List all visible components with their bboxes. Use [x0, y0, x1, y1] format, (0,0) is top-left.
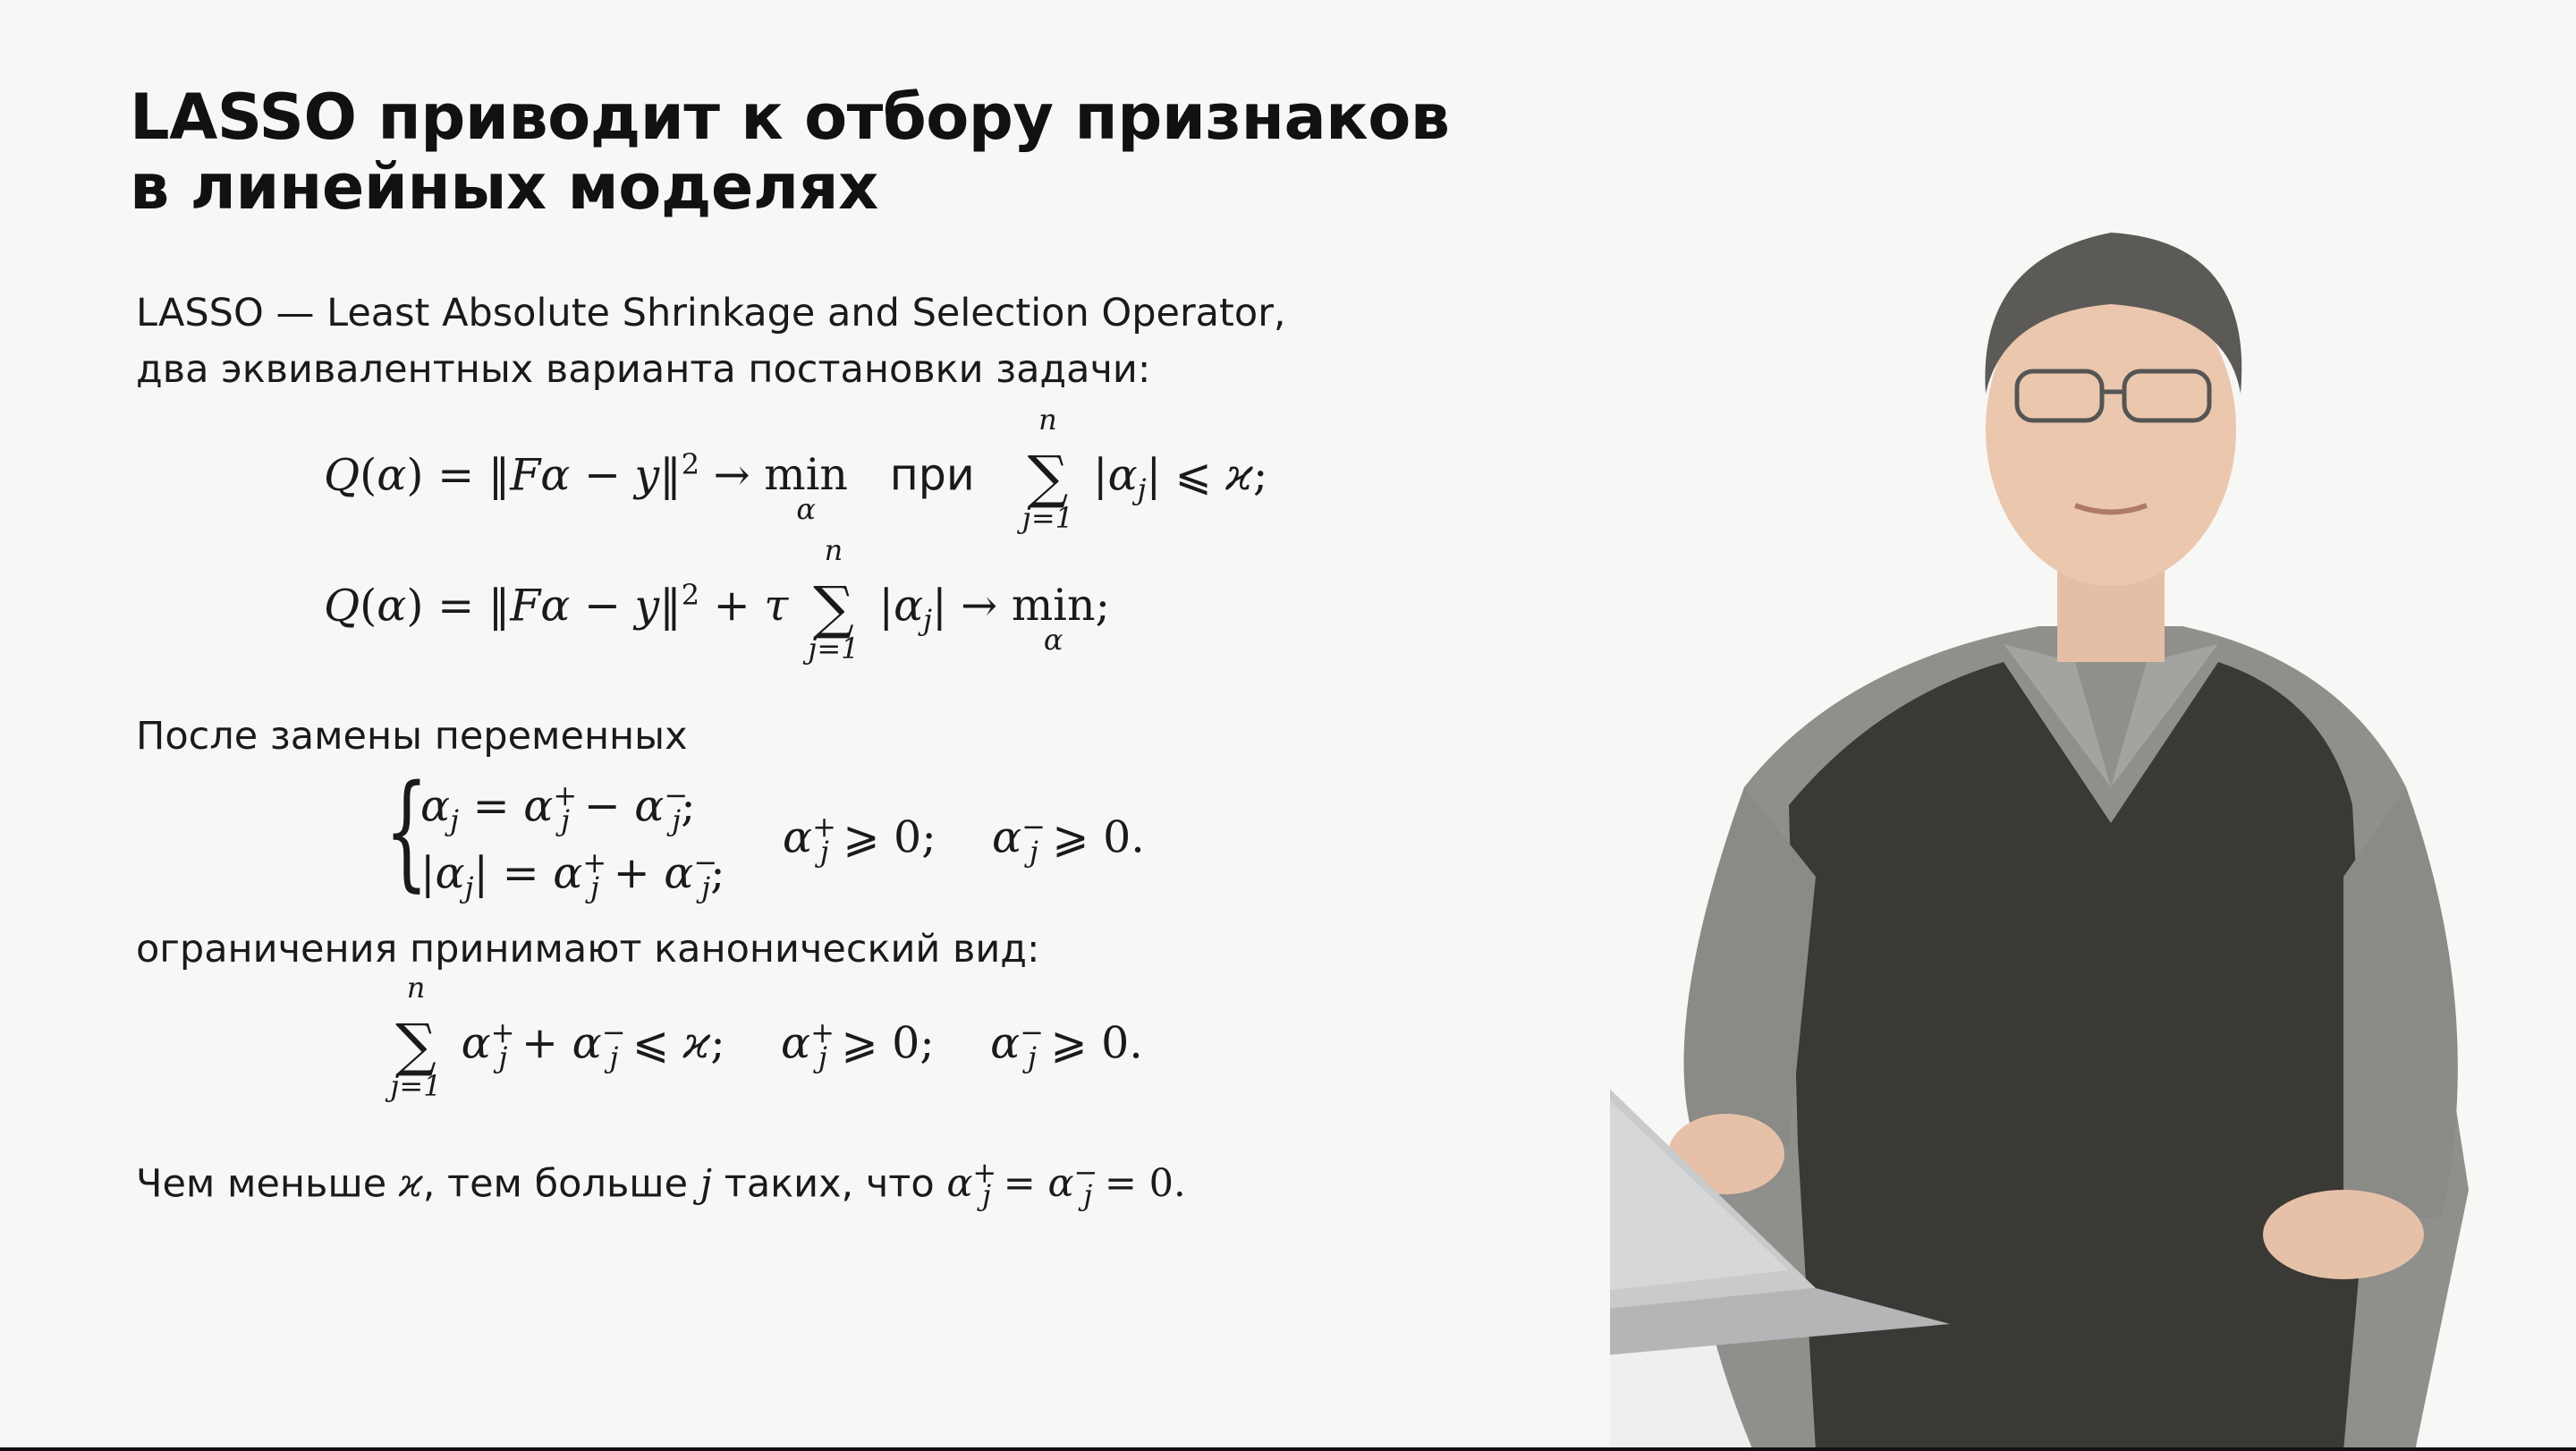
word-pri: при: [889, 449, 975, 501]
canonical-text: ограничения принимают канонический вид:: [136, 927, 1040, 972]
bottom-bar: [0, 1447, 2576, 1451]
intro-line-2: два эквивалентных варианта постановки за…: [136, 347, 1151, 392]
conclusion-line: Чем меньше ϰ, тем больше j таких, что α+…: [136, 1156, 1186, 1212]
formula-canonical: n ∑ j=1 α+j + α−j ⩽ ϰ; α+j ⩾ 0; α−j ⩾ 0.: [390, 971, 1143, 1104]
title-line-1: LASSO приводит к отбору признаков: [130, 81, 1450, 154]
conclusion-suffix: таких, что: [712, 1161, 935, 1207]
system-line-2: |αj| = α+j + α−j;: [420, 845, 725, 905]
title-line-2: в линейных моделях: [130, 150, 878, 224]
after-change-text: После замены переменных: [136, 714, 688, 759]
system-line-1: αj = α+j − α−j;: [420, 778, 696, 838]
intro-line-1: LASSO — Least Absolute Shrinkage and Sel…: [136, 291, 1286, 335]
formula-constrained: Q(α) = ‖Fα − y‖2 → min α при n ∑ j=1 |αj| ⩽…: [324, 403, 1268, 536]
vest: [1789, 662, 2370, 1451]
conclusion-prefix: Чем меньше: [136, 1161, 387, 1207]
conclusion-mid: , тем больше: [422, 1161, 689, 1207]
presenter-illustration: [1610, 233, 2469, 1451]
slide-title: LASSO приводит к отбору признаков в лине…: [130, 82, 1450, 222]
formula-penalized: Q(α) = ‖Fα − y‖2 + τ n ∑ j=1 |αj| → min α;: [324, 533, 1111, 666]
nonneg-constraints-1: α+j ⩾ 0; α−j ⩾ 0.: [783, 810, 1145, 870]
lecture-slide: LASSO приводит к отбору признаков в лине…: [0, 0, 2576, 1451]
